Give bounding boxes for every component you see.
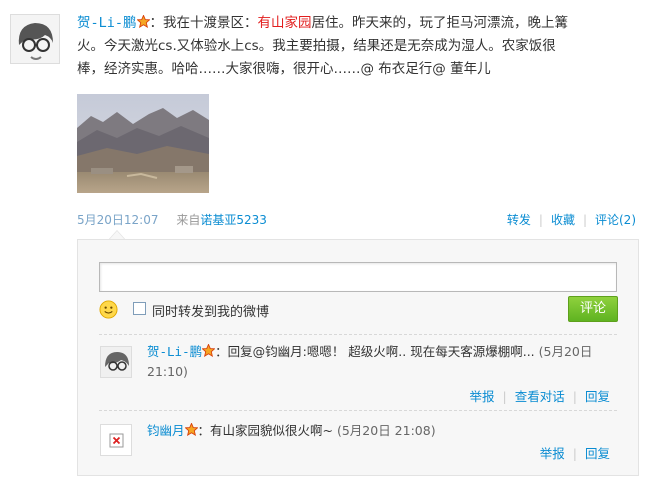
post-photo-thumbnail[interactable] [77,94,209,193]
favorite-link[interactable]: 收藏 [551,213,575,227]
action-divider: | [502,389,507,404]
forward-checkbox-label[interactable]: 同时转发到我的微博 [152,301,269,320]
reply-link[interactable]: 回复 [585,389,610,404]
emoji-icon[interactable] [99,300,118,319]
post-actions: 转发 | 收藏 | 评论(2) [507,211,636,228]
post-text-prefix: ：我在十渡景区： [149,15,258,31]
star-badge-icon [202,344,216,357]
action-divider: | [572,446,577,461]
star-badge-icon [136,15,150,28]
report-link[interactable]: 举报 [540,446,565,461]
submit-comment-button[interactable]: 评论 [568,296,618,322]
comment-input[interactable] [99,262,617,292]
post-author-link[interactable]: 贺-Li-鹏 [77,15,137,31]
post-text: 贺-Li-鹏 ：我在十渡景区：有山家园居住。昨天来的，玩了拒马河漂流，晚上篝 火。… [77,12,647,81]
post-text-line2: 火。今天激光cs.又体验水上cs。我主要拍摄，结果还是无奈成为湿人。农家饭很 [77,38,556,54]
comment-divider [99,334,617,335]
comment-divider [99,410,617,411]
comment-actions: 举报 | 回复 [540,443,610,462]
place-link[interactable]: 有山家园 [258,15,312,31]
forward-checkbox[interactable] [133,302,146,315]
mountain-photo [77,94,209,193]
report-link[interactable]: 举报 [470,389,495,404]
post-text-line3: 棒，经济实惠。哈哈……大家很嗨，很开心……@ 布衣足行@ 董年儿 [77,61,491,77]
post-time-link[interactable]: 5月20日12:07 [77,213,159,227]
view-conversation-link[interactable]: 查看对话 [515,389,565,404]
comment-link[interactable]: 评论(2) [595,213,636,227]
forward-link[interactable]: 转发 [507,213,531,227]
post-meta: 5月20日12:07 来自诺基亚5233 [77,211,267,228]
comment-item: 钧幽月 ：有山家园貌似很火啊~ (5月20日 21:08) [147,421,602,441]
broken-image-icon [109,433,124,448]
reply-link[interactable]: 回复 [585,446,610,461]
comment-author-link[interactable]: 钧幽月 [147,423,185,438]
comment-text: ：回复@钧幽月:嗯嗯！ 超级火啊.. 现在每天客源爆棚啊... [215,344,539,359]
avatar-image [11,15,59,63]
comment-item: 贺-Li-鹏 ：回复@钧幽月:嗯嗯！ 超级火啊.. 现在每天客源爆棚啊... (5… [147,342,602,382]
comment-actions: 举报 | 查看对话 | 回复 [470,386,610,405]
comment-time: (5月20日 21:08) [336,423,436,438]
source-link[interactable]: 诺基亚5233 [200,213,267,227]
comment-avatar[interactable] [100,424,132,456]
comment-text: ：有山家园貌似很火啊~ [197,423,337,438]
avatar-image [101,347,131,377]
action-divider: | [572,389,577,404]
action-divider: | [582,213,587,227]
comment-avatar[interactable] [100,346,132,378]
action-divider: | [538,213,543,227]
comment-panel: 同时转发到我的微博 评论 贺-Li-鹏 ：回复@钧幽月:嗯嗯！ 超级火啊.. 现在… [77,239,639,476]
comment-author-link[interactable]: 贺-Li-鹏 [147,344,202,359]
poster-avatar[interactable] [10,14,60,64]
post-text-line1: 居住。昨天来的，玩了拒马河漂流，晚上篝 [311,15,569,31]
star-badge-icon [184,423,198,436]
source-prefix: 来自 [176,213,201,227]
